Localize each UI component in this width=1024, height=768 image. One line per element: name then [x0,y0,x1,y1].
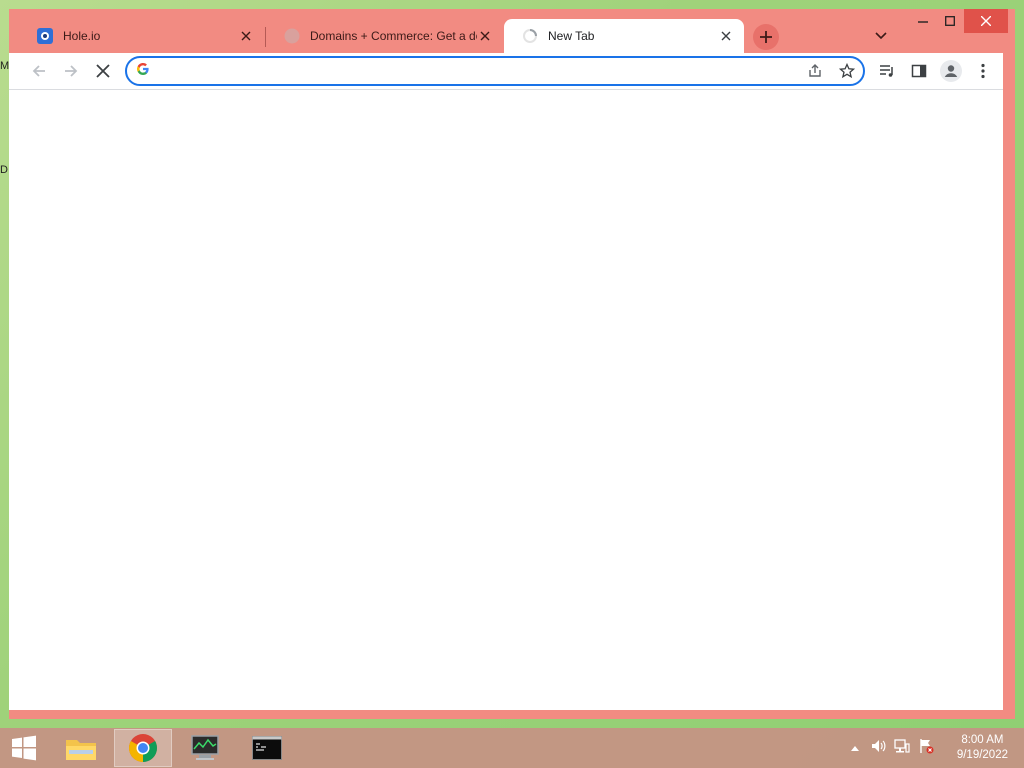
tab-title: New Tab [548,29,595,43]
browser-toolbar [9,53,1003,89]
taskbar-file-explorer[interactable] [52,729,110,767]
plus-icon [760,31,772,43]
monitor-icon [191,735,219,760]
media-list-icon [880,65,893,77]
share-icon [809,64,821,77]
maximize-button[interactable] [936,9,964,33]
back-button[interactable] [27,59,51,83]
minimize-icon [918,21,928,23]
share-button[interactable] [805,61,825,81]
forward-button[interactable] [59,59,83,83]
cmd-icon [252,736,282,760]
hole-io-favicon [37,28,53,44]
omnibox-input[interactable] [159,61,763,83]
chrome-icon [129,734,157,762]
loading-spinner-icon [522,28,538,44]
side-panel-icon [911,64,927,78]
new-tab-button[interactable] [753,24,779,50]
taskbar-chrome[interactable] [114,729,172,767]
taskbar: 8:00 AM 9/19/2022 [0,728,1024,768]
action-center-flag-icon[interactable] [918,738,934,759]
tab-title: Domains + Commerce: Get a domain [310,29,477,43]
close-icon[interactable] [238,28,254,44]
chevron-up-icon [851,746,859,751]
folder-icon [66,740,96,760]
chevron-down-icon [875,32,887,40]
bookmark-button[interactable] [837,61,857,81]
system-tray [850,728,934,768]
star-icon [839,63,855,79]
tab-hole-io[interactable]: Hole.io [19,19,264,53]
stop-loading-button[interactable] [91,59,115,83]
volume-icon[interactable] [870,738,886,759]
network-icon[interactable] [894,738,910,759]
google-icon [136,62,150,79]
maximize-icon [945,16,955,26]
taskbar-command-prompt[interactable] [238,729,296,767]
arrow-right-icon [65,65,78,77]
reading-list-button[interactable] [875,59,899,83]
tab-title: Hole.io [63,29,101,43]
address-bar[interactable] [125,56,865,86]
profile-button[interactable] [939,59,963,83]
close-icon [981,16,991,26]
tab-strip: Hole.io Domains + Commerce: Get a domain… [9,9,1015,53]
close-icon [96,64,110,78]
menu-button[interactable] [971,59,995,83]
close-icon[interactable] [477,28,493,44]
avatar-icon [940,60,962,82]
globe-favicon [284,28,300,44]
taskbar-task-manager[interactable] [176,729,234,767]
side-panel-button[interactable] [907,59,931,83]
tab-new-tab[interactable]: New Tab [504,19,744,53]
arrow-left-icon [32,65,45,77]
tab-search-button[interactable] [875,28,887,46]
windows-logo-icon [12,735,36,761]
minimize-button[interactable] [909,9,937,33]
page-content [9,90,1003,710]
show-hidden-icons-button[interactable] [850,739,860,757]
clock-date: 9/19/2022 [956,749,1008,761]
taskbar-clock[interactable]: 8:00 AM 9/19/2022 [957,733,1008,763]
desktop-edge-text: M [0,60,10,72]
more-vert-icon [981,63,985,79]
start-button[interactable] [0,729,48,767]
clock-time: 8:00 AM [961,734,1004,746]
close-icon[interactable] [718,28,734,44]
window-close-button[interactable] [964,9,1008,33]
desktop-edge-text: D [0,164,8,176]
tab-domains-commerce[interactable]: Domains + Commerce: Get a domain [266,19,503,53]
